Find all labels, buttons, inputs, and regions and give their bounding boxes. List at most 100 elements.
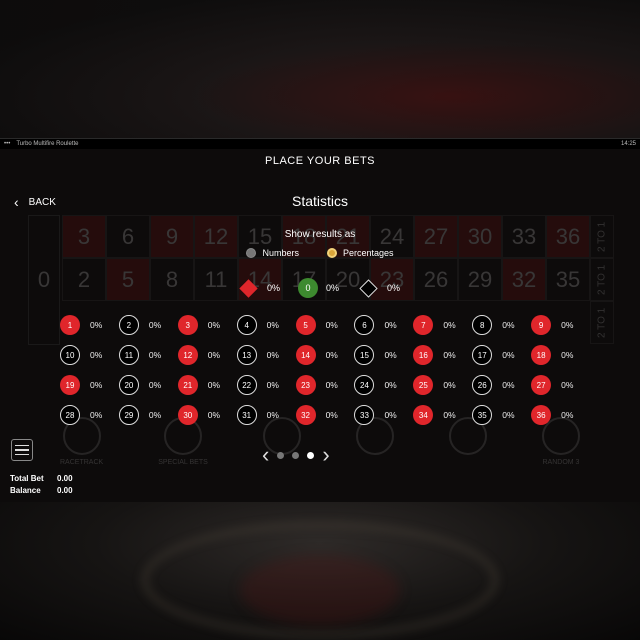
number-ball: 25 bbox=[413, 375, 434, 395]
stats-row: 28 0% 29 0% 30 0% 31 0% 32 0% 33 0% 34 0% 35 0% 36 0% bbox=[60, 400, 590, 430]
number-stat: 31 0% bbox=[236, 405, 296, 425]
color-summary: 0% 0 0% 0% bbox=[238, 278, 418, 298]
number-percentage: 0% bbox=[207, 380, 221, 390]
number-percentage: 0% bbox=[502, 410, 515, 420]
number-stat: 11 0% bbox=[118, 345, 178, 365]
number-ball: 15 bbox=[354, 345, 375, 365]
number-stat: 30 0% bbox=[177, 405, 237, 425]
number-ball: 8 bbox=[472, 315, 493, 335]
radio-numbers[interactable]: Numbers bbox=[246, 248, 299, 258]
number-stat: 24 0% bbox=[354, 375, 413, 395]
hamburger-icon-line bbox=[15, 444, 29, 447]
number-stat: 29 0% bbox=[118, 405, 178, 425]
window-dots-icon[interactable]: ••• bbox=[4, 141, 10, 147]
number-ball: 35 bbox=[472, 405, 493, 425]
status-bar: ••• Turbo Multifire Roulette 14:25 bbox=[0, 139, 640, 149]
number-percentage: 0% bbox=[325, 380, 338, 390]
number-percentage: 0% bbox=[325, 350, 338, 360]
number-stat: 27 0% bbox=[531, 375, 590, 395]
blurred-background-top bbox=[0, 0, 640, 138]
number-ball: 7 bbox=[413, 315, 434, 335]
page-title: PLACE YOUR BETS bbox=[265, 155, 375, 167]
chevron-left-icon[interactable]: ‹ bbox=[262, 444, 269, 466]
number-percentage: 0% bbox=[443, 410, 456, 420]
table-column-bet: 2 TO 1 bbox=[590, 258, 614, 301]
summary-zero-value: 0% bbox=[326, 283, 340, 293]
number-percentage: 0% bbox=[266, 320, 279, 330]
number-percentage: 0% bbox=[90, 380, 103, 390]
number-percentage: 0% bbox=[207, 410, 221, 420]
number-percentage: 0% bbox=[90, 350, 103, 360]
number-stat: 35 0% bbox=[472, 405, 531, 425]
table-number-cell: 29 bbox=[458, 258, 502, 301]
number-percentage: 0% bbox=[384, 380, 397, 390]
number-ball: 33 bbox=[354, 405, 375, 425]
number-percentage: 0% bbox=[384, 320, 397, 330]
page-dot-1[interactable] bbox=[277, 451, 285, 459]
number-stat: 9 0% bbox=[531, 315, 590, 335]
number-ball: 6 bbox=[354, 315, 375, 335]
number-statistics-grid: 1 0% 2 0% 3 0% 4 0% 5 0% 6 0% 7 0% 8 0% 9 0% 10 0% 11 0% 12 0% 1… bbox=[60, 310, 590, 430]
table-number-cell: 5 bbox=[106, 258, 150, 301]
black-diamond-icon bbox=[359, 278, 378, 298]
number-ball: 29 bbox=[118, 405, 139, 425]
number-ball: 4 bbox=[236, 315, 257, 335]
background-control-label: SPECIAL BETS bbox=[158, 459, 208, 466]
summary-zero: 0 0% bbox=[298, 278, 358, 298]
number-stat: 1 0% bbox=[60, 315, 119, 335]
number-percentage: 0% bbox=[148, 320, 162, 330]
number-ball: 21 bbox=[177, 375, 198, 395]
number-stat: 8 0% bbox=[472, 315, 531, 335]
summary-red-value: 0% bbox=[267, 283, 281, 293]
red-diamond-icon bbox=[239, 278, 258, 298]
radio-percentages-label: Percentages bbox=[342, 248, 394, 258]
number-ball: 31 bbox=[236, 405, 257, 425]
stats-row: 1 0% 2 0% 3 0% 4 0% 5 0% 6 0% 7 0% 8 0% 9 0% bbox=[60, 310, 590, 340]
number-stat: 36 0% bbox=[531, 405, 590, 425]
pager: ‹ › bbox=[262, 444, 330, 466]
number-ball: 18 bbox=[531, 345, 552, 365]
number-percentage: 0% bbox=[443, 350, 456, 360]
number-percentage: 0% bbox=[90, 320, 103, 330]
blurred-wheel-center bbox=[240, 555, 400, 625]
number-ball: 24 bbox=[354, 375, 375, 395]
menu-button[interactable] bbox=[11, 439, 33, 461]
number-percentage: 0% bbox=[207, 320, 221, 330]
number-percentage: 0% bbox=[325, 410, 338, 420]
stats-row: 10 0% 11 0% 12 0% 13 0% 14 0% 15 0% 16 0% 17 0% 18 0% bbox=[60, 340, 590, 370]
number-percentage: 0% bbox=[561, 350, 574, 360]
number-stat: 22 0% bbox=[236, 375, 296, 395]
game-window: ••• Turbo Multifire Roulette 14:25 0 369… bbox=[0, 138, 640, 502]
page-dot-3[interactable] bbox=[307, 451, 315, 459]
number-percentage: 0% bbox=[148, 380, 162, 390]
number-ball: 10 bbox=[60, 345, 80, 365]
number-stat: 4 0% bbox=[236, 315, 296, 335]
summary-black-value: 0% bbox=[387, 283, 401, 293]
number-ball: 3 bbox=[177, 315, 198, 335]
number-ball: 16 bbox=[413, 345, 434, 365]
results-mode-selector: Numbers Percentages bbox=[0, 248, 640, 258]
page-dot-2[interactable] bbox=[292, 451, 300, 459]
table-number-cell: 26 bbox=[414, 258, 458, 301]
number-stat: 25 0% bbox=[413, 375, 472, 395]
number-ball: 9 bbox=[531, 315, 552, 335]
number-ball: 14 bbox=[295, 345, 316, 365]
number-ball: 30 bbox=[177, 405, 198, 425]
number-ball: 20 bbox=[118, 375, 139, 395]
totals: Total Bet 0.00 Balance 0.00 bbox=[10, 472, 73, 496]
number-ball: 12 bbox=[177, 345, 198, 365]
number-ball: 27 bbox=[531, 375, 552, 395]
chevron-right-icon[interactable]: › bbox=[322, 444, 329, 466]
number-stat: 34 0% bbox=[413, 405, 472, 425]
number-stat: 2 0% bbox=[118, 315, 178, 335]
number-stat: 18 0% bbox=[531, 345, 590, 365]
number-ball: 1 bbox=[60, 315, 80, 335]
number-percentage: 0% bbox=[207, 350, 221, 360]
clock: 14:25 bbox=[620, 141, 636, 147]
number-stat: 28 0% bbox=[60, 405, 119, 425]
radio-percentages[interactable]: Percentages bbox=[326, 248, 394, 258]
total-bet-value: 0.00 bbox=[57, 473, 73, 483]
number-stat: 13 0% bbox=[236, 345, 296, 365]
number-ball: 22 bbox=[236, 375, 257, 395]
statistics-title: Statistics bbox=[291, 193, 348, 209]
